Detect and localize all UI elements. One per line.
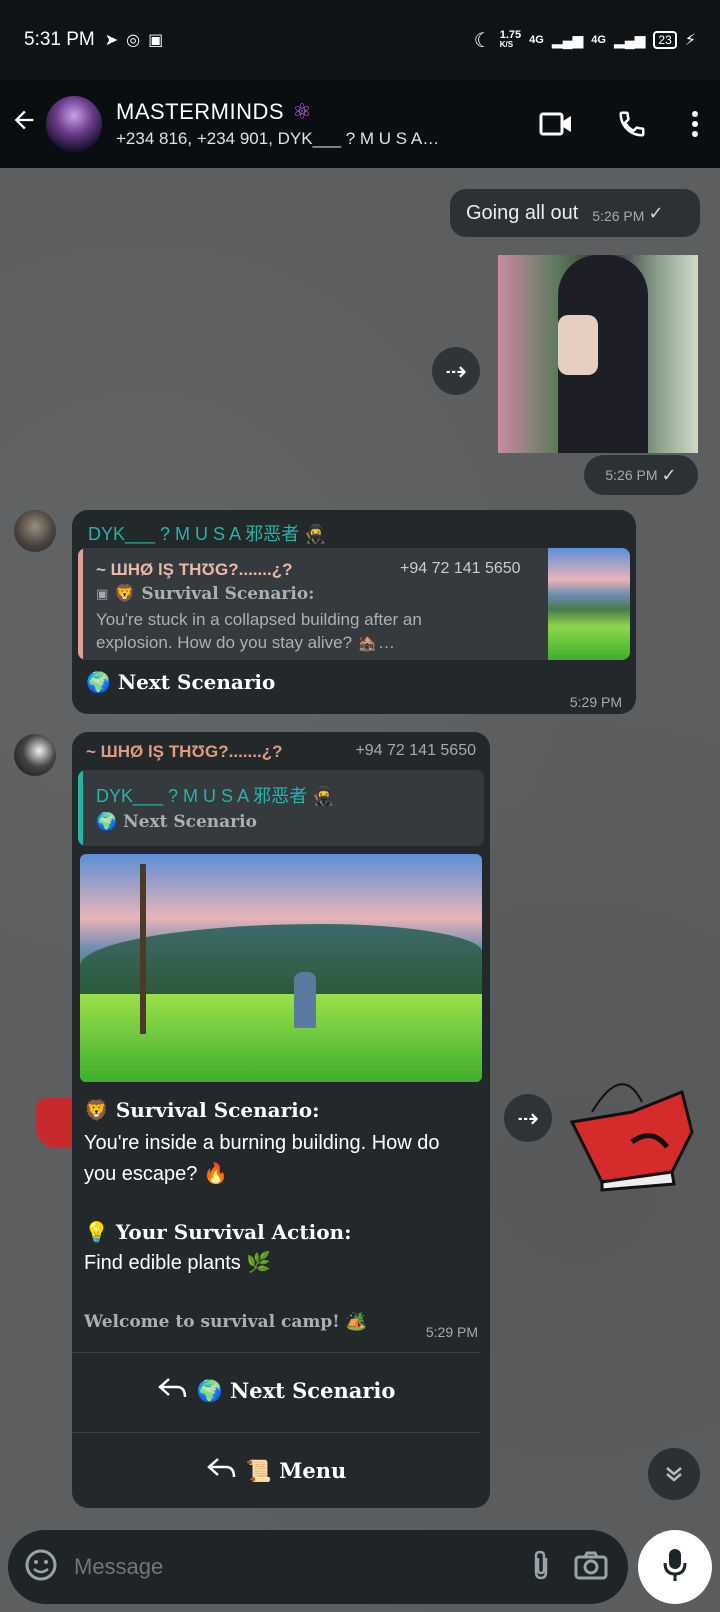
status-time: 5:31 PM (24, 29, 95, 50)
back-arrow-icon[interactable] (10, 106, 46, 142)
image-farmer (294, 972, 316, 1028)
sender-name: DYK___ ? M U S A 邪恶者 🥷 (88, 524, 327, 544)
voice-call-icon[interactable] (594, 109, 670, 139)
quote-thumbnail (548, 548, 630, 660)
action-title: 💡 Your Survival Action: (84, 1220, 352, 1244)
more-options-icon[interactable] (670, 110, 720, 138)
quote-accent-bar (78, 548, 83, 660)
sender-avatar[interactable] (14, 734, 56, 776)
sent-check-icon: ✓ (661, 464, 677, 485)
chat-header: MASTERMINDS ⚛ +234 816, +234 901, DYK___… (0, 80, 720, 168)
quote-title: 🦁 Survival Scenario: (114, 584, 315, 604)
atom-icon: ⚛ (292, 99, 313, 124)
action-body: Find edible plants 🌿 (84, 1252, 272, 1274)
quote-phone: +94 72 141 5650 (400, 560, 521, 577)
image-icon: ▣ (96, 586, 109, 601)
sender-phone: +94 72 141 5650 (355, 742, 476, 759)
message-text: Going all out (466, 201, 579, 224)
message-text: 🌍 Next Scenario (86, 670, 276, 694)
sent-check-icon: ✓ (648, 202, 664, 223)
message-time: 5:29 PM (569, 694, 622, 710)
reply-button-next-scenario[interactable]: 🌍 Next Scenario (72, 1352, 480, 1428)
sticker-left-shoe (36, 1098, 76, 1148)
quoted-message[interactable]: ~ ШHØ lŞ THƱG?.......¿? +94 72 141 5650 … (78, 548, 630, 660)
moon-icon: ☾ (473, 29, 492, 52)
net-speed: 1.75 K/S (499, 29, 522, 50)
group-members: +234 816, +234 901, DYK___ ? M U S A… (116, 129, 440, 148)
scenario-body: You're inside a burning building. How do… (84, 1132, 440, 1185)
message-time: 5:29 PM (425, 1324, 478, 1340)
signal-icon: ▂▄▆ (551, 31, 584, 48)
status-right: ☾ 1.75 K/S 4G ▂▄▆ 4G ▂▄▆ 23 ⚡ (474, 28, 696, 53)
quote-sender: DYK___ ? M U S A 邪恶者 🥷 (96, 786, 335, 806)
reply-arrow-icon (206, 1457, 236, 1485)
image-time-badge: 5:26 PM ✓ (584, 455, 698, 495)
gallery-icon: ▣ (148, 32, 164, 49)
quoted-message[interactable]: DYK___ ? M U S A 邪恶者 🥷 🌍 Next Scenario (78, 770, 484, 846)
message-footer: Welcome to survival camp! 🏕️ (84, 1312, 367, 1332)
emoji-sticker-icon[interactable] (24, 1548, 58, 1587)
message-time: 5:26 PM (605, 467, 658, 483)
sneaker-sticker (562, 1072, 702, 1192)
message-incoming-quoted[interactable]: DYK___ ? M U S A 邪恶者 🥷 ~ ШHØ lŞ THƱG?...… (72, 510, 636, 714)
message-time: 5:26 PM (592, 208, 645, 224)
quote-accent-bar (78, 770, 83, 846)
microphone-icon (662, 1547, 688, 1588)
forward-button[interactable]: ⇢ (432, 347, 480, 395)
reply-arrow-icon (157, 1377, 187, 1405)
sender-name: ~ ШHØ lŞ THƱG?.......¿? (86, 742, 283, 761)
charging-icon: ⚡ (684, 32, 696, 49)
image-figure-face (558, 315, 598, 375)
battery-level: 23 (653, 31, 677, 49)
quote-body: You're stuck in a collapsed building aft… (96, 610, 422, 652)
reply-button-label: 🌍 Next Scenario (196, 1377, 396, 1403)
scenario-image[interactable] (80, 854, 482, 1082)
group-title: MASTERMINDS (116, 99, 285, 124)
group-info[interactable]: MASTERMINDS ⚛ +234 816, +234 901, DYK___… (116, 99, 518, 149)
network-4g-1: 4G (529, 34, 544, 46)
message-incoming-bot[interactable]: ~ ШHØ lŞ THƱG?.......¿? +94 72 141 5650 … (72, 732, 490, 1508)
signal-icon-2: ▂▄▆ (613, 31, 646, 48)
sender-avatar[interactable] (14, 510, 56, 552)
telegram-icon: ➤ (104, 32, 119, 49)
video-call-icon[interactable] (518, 111, 594, 137)
scenario-title: 🦁 Survival Scenario: (84, 1098, 320, 1122)
scroll-down-button[interactable] (648, 1448, 700, 1500)
attach-icon[interactable] (530, 1548, 552, 1587)
shared-image[interactable] (498, 255, 698, 453)
whatsapp-icon: ◎ (126, 32, 141, 49)
forward-button[interactable]: ⇢ (504, 1094, 552, 1142)
message-composer (8, 1530, 628, 1604)
reply-button-label: 📜 Menu (245, 1457, 347, 1483)
reply-button-menu[interactable]: 📜 Menu (72, 1432, 480, 1508)
message-input[interactable] (74, 1554, 508, 1580)
message-outgoing-text[interactable]: Going all out 5:26 PM ✓ (450, 189, 700, 237)
camera-icon[interactable] (574, 1550, 608, 1585)
status-bar: 5:31 PM ➤ ◎ ▣ ☾ 1.75 K/S 4G ▂▄▆ 4G ▂▄▆ 2… (0, 0, 720, 80)
image-palm (140, 864, 146, 1034)
voice-record-button[interactable] (638, 1530, 712, 1604)
group-avatar[interactable] (46, 96, 102, 152)
quote-sender: ~ ШHØ lŞ THƱG?.......¿? (96, 560, 293, 579)
quote-text: 🌍 Next Scenario (96, 812, 257, 832)
network-4g-2: 4G (591, 34, 606, 46)
